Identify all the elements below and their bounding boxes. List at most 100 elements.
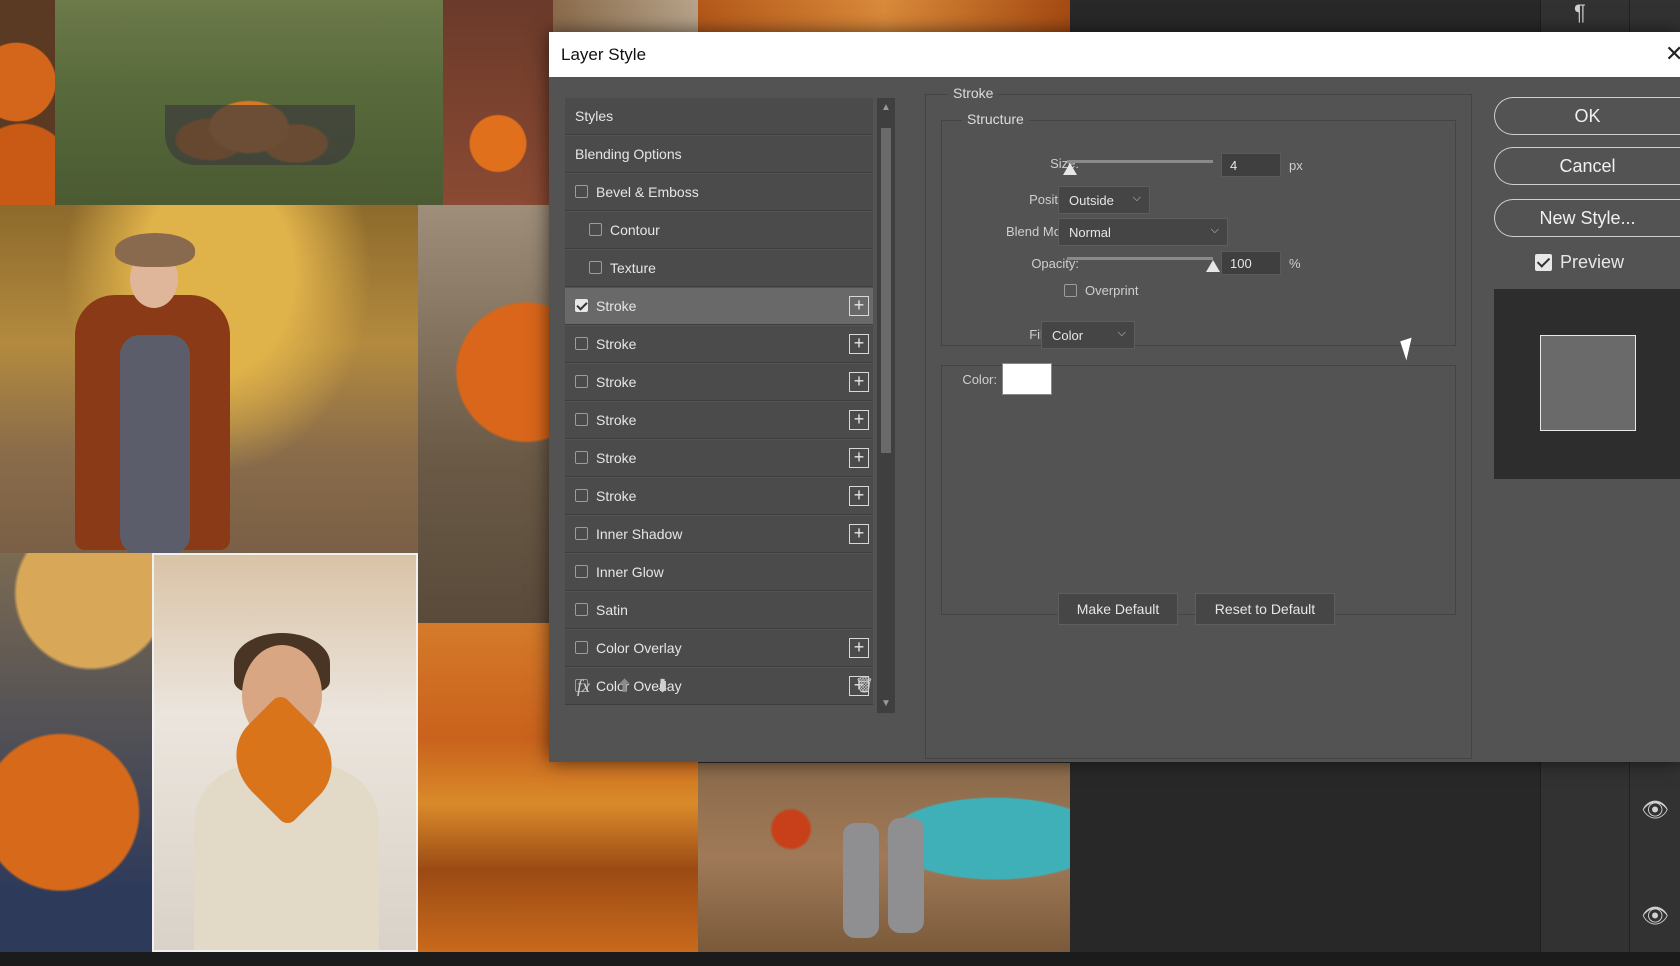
style-item-label: Texture xyxy=(610,260,656,276)
scroll-up-icon[interactable]: ▲ xyxy=(881,102,891,113)
style-item-label: Stroke xyxy=(596,412,637,428)
trash-icon[interactable]: 🗑 xyxy=(855,676,874,694)
status-bar xyxy=(0,952,1680,966)
blending-options-label: Blending Options xyxy=(575,146,682,162)
style-item-checkbox[interactable] xyxy=(575,603,588,616)
style-preview-box xyxy=(1494,289,1680,479)
reset-to-default-button[interactable]: Reset to Default xyxy=(1195,593,1335,625)
scrollbar-thumb[interactable] xyxy=(881,128,891,453)
style-item-label: Color Overlay xyxy=(596,640,682,656)
blend-mode-value: Normal xyxy=(1069,225,1111,240)
dialog-titlebar[interactable]: Layer Style ✕ xyxy=(549,32,1680,77)
add-style-icon[interactable]: + xyxy=(849,524,869,544)
size-input[interactable]: 4 xyxy=(1221,153,1281,177)
cancel-button[interactable]: Cancel xyxy=(1494,147,1680,185)
style-item-label: Stroke xyxy=(596,336,637,352)
opacity-input[interactable]: 100 xyxy=(1221,251,1281,275)
style-item-checkbox[interactable] xyxy=(575,527,588,540)
photo-pumpkin-wheelbarrow xyxy=(55,0,443,205)
photo-socks-blanket xyxy=(698,763,1070,952)
styles-footer: fx ⬆ ⬇ 🗑 xyxy=(565,672,877,702)
styles-scrollbar[interactable]: ▲ ▼ xyxy=(877,98,895,713)
style-item-label: Inner Shadow xyxy=(596,526,683,542)
blend-mode-select[interactable]: Normal ⌵ xyxy=(1058,218,1228,246)
style-item-label: Satin xyxy=(596,602,628,618)
opacity-slider-thumb[interactable] xyxy=(1206,260,1220,272)
style-item-checkbox[interactable] xyxy=(575,337,588,350)
chevron-down-icon: ⌵ xyxy=(1210,224,1219,236)
style-item-label: Bevel & Emboss xyxy=(596,184,699,200)
structure-group-title: Structure xyxy=(962,111,1029,127)
style-item-checkbox[interactable] xyxy=(575,565,588,578)
opacity-label: Opacity: xyxy=(1031,256,1079,271)
blending-options-item[interactable]: Blending Options xyxy=(565,136,873,173)
photo-pumpkins-left xyxy=(0,0,55,205)
opacity-slider-track[interactable] xyxy=(1067,257,1213,260)
add-style-icon[interactable]: + xyxy=(849,334,869,354)
make-default-button[interactable]: Make Default xyxy=(1058,593,1178,625)
style-item[interactable]: Stroke + xyxy=(565,326,873,363)
add-style-icon[interactable]: + xyxy=(849,638,869,658)
eye-icon[interactable]: 👁 xyxy=(1641,903,1669,929)
fill-type-group xyxy=(941,365,1456,615)
position-value: Outside xyxy=(1069,193,1114,208)
color-swatch[interactable] xyxy=(1002,363,1052,395)
style-item[interactable]: Contour xyxy=(565,212,873,249)
add-style-icon[interactable]: + xyxy=(849,296,869,316)
paragraph-icon[interactable]: ¶ xyxy=(1574,0,1586,26)
style-item[interactable]: Inner Shadow + xyxy=(565,516,873,553)
styles-header[interactable]: Styles xyxy=(565,98,873,135)
move-down-icon[interactable]: ⬇ xyxy=(655,676,670,697)
scroll-down-icon[interactable]: ▼ xyxy=(881,698,891,709)
add-style-icon[interactable]: + xyxy=(849,486,869,506)
style-item[interactable]: Inner Glow xyxy=(565,554,873,591)
add-style-icon[interactable]: + xyxy=(849,372,869,392)
fill-type-value: Color xyxy=(1052,328,1084,343)
fill-type-select[interactable]: Color ⌵ xyxy=(1041,321,1135,349)
style-item[interactable]: Stroke + xyxy=(565,288,873,325)
fx-icon[interactable]: fx xyxy=(577,676,590,697)
add-style-icon[interactable]: + xyxy=(849,410,869,430)
size-slider-thumb[interactable] xyxy=(1062,163,1077,175)
style-item[interactable]: Satin xyxy=(565,592,873,629)
style-item[interactable]: Color Overlay + xyxy=(565,630,873,667)
style-item[interactable]: Stroke + xyxy=(565,364,873,401)
style-item-checkbox[interactable] xyxy=(575,413,588,426)
style-item[interactable]: Stroke + xyxy=(565,440,873,477)
style-preview-swatch xyxy=(1540,335,1636,431)
style-item[interactable]: Texture xyxy=(565,250,873,287)
style-item-label: Stroke xyxy=(596,298,637,314)
style-item[interactable]: Bevel & Emboss xyxy=(565,174,873,211)
style-item-checkbox[interactable] xyxy=(575,489,588,502)
style-item-checkbox[interactable] xyxy=(575,299,588,312)
style-item-checkbox[interactable] xyxy=(589,223,602,236)
style-item-checkbox[interactable] xyxy=(575,185,588,198)
style-item[interactable]: Stroke + xyxy=(565,402,873,439)
photo-pumpkin-stand xyxy=(443,0,553,205)
stroke-group-title: Stroke xyxy=(948,85,999,101)
new-style-button[interactable]: New Style... xyxy=(1494,199,1680,237)
size-slider-track[interactable] xyxy=(1067,160,1213,163)
opacity-unit: % xyxy=(1289,256,1301,271)
overprint-checkbox[interactable] xyxy=(1064,284,1077,297)
photo-woman-autumn-park xyxy=(0,205,418,553)
position-select[interactable]: Outside ⌵ xyxy=(1058,186,1150,214)
photo-woman-leaf xyxy=(152,553,418,952)
photo-autumn-leaves xyxy=(698,0,1070,32)
ok-button[interactable]: OK xyxy=(1494,97,1680,135)
style-item[interactable]: Stroke + xyxy=(565,478,873,515)
style-item-label: Stroke xyxy=(596,488,637,504)
style-item-label: Stroke xyxy=(596,374,637,390)
add-style-icon[interactable]: + xyxy=(849,448,869,468)
color-label: Color: xyxy=(962,372,997,387)
photo-person-pumpkin xyxy=(418,205,553,623)
style-item-checkbox[interactable] xyxy=(575,375,588,388)
close-icon[interactable]: ✕ xyxy=(1665,41,1680,67)
chevron-down-icon: ⌵ xyxy=(1132,192,1141,204)
preview-checkbox[interactable] xyxy=(1535,254,1552,271)
move-up-icon[interactable]: ⬆ xyxy=(617,676,632,697)
style-item-checkbox[interactable] xyxy=(575,451,588,464)
style-item-checkbox[interactable] xyxy=(575,641,588,654)
style-item-checkbox[interactable] xyxy=(589,261,602,274)
eye-icon[interactable]: 👁 xyxy=(1641,797,1669,823)
